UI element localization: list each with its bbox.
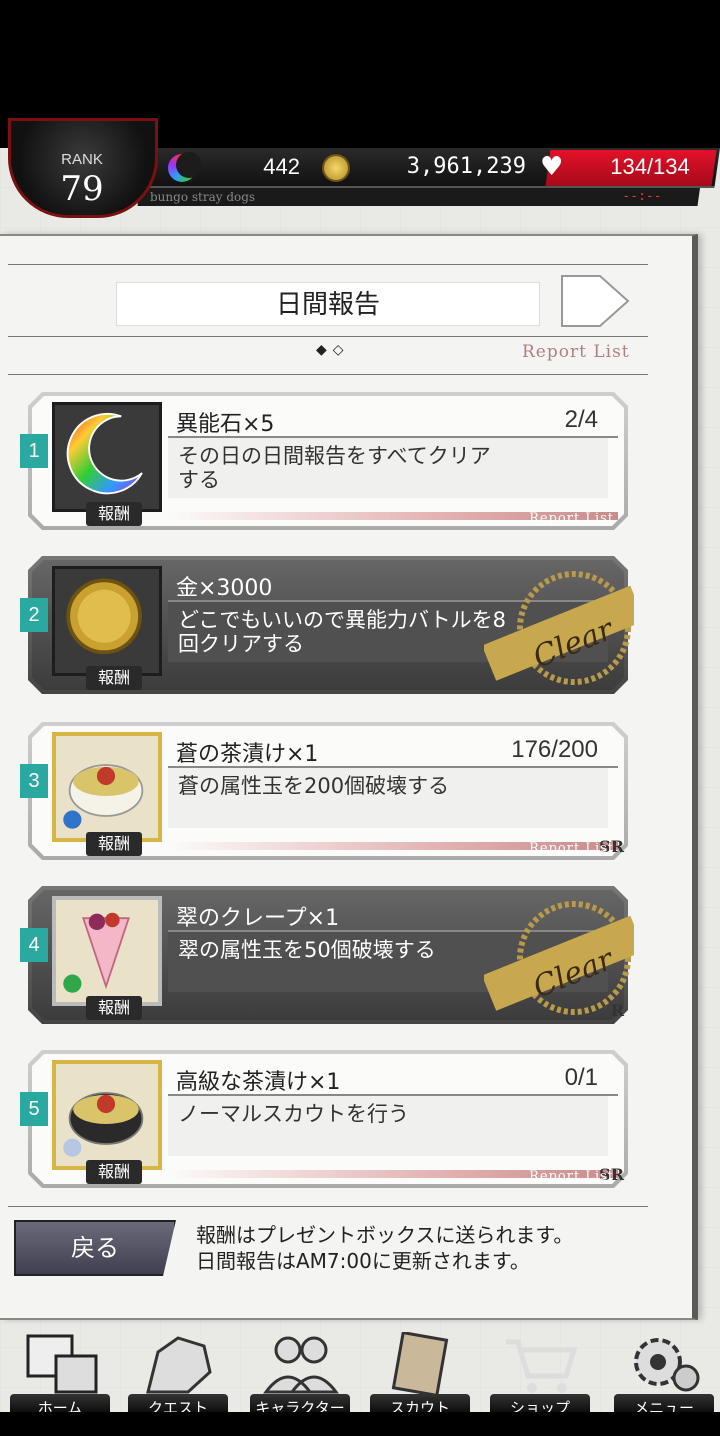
nav-scout[interactable]: スカウト [366,1330,472,1422]
card-progress: 2/4 [564,406,598,433]
status-bar: bungo stray dogs RANK 79 442 3,961,239 ♥… [0,118,720,218]
quest-icon [146,1336,212,1394]
game-subtitle: bungo stray dogs [150,190,256,204]
divider [8,336,648,337]
reward-icon-box [52,896,162,1006]
clear-stamp-icon: Clear [484,571,634,685]
menu-icon [634,1338,700,1392]
shop-icon [506,1339,578,1393]
card-number: 2 [20,598,48,632]
card-description: ノーマルスカウトを行う [178,1102,409,1126]
report-card-2[interactable]: 2 報酬 金×3000 どこでもいいので異能力バトルを8回クリアする Clear [20,556,634,694]
reward-icon-box [52,732,162,842]
ap-value: 134/134 [610,154,690,179]
gold-coin-icon [322,154,350,182]
report-list-tag: Report List [529,1169,614,1184]
report-card-4[interactable]: 4 R 報酬 翠のクレープ×1 翠の属性玉を50個破壊する Clear [20,886,634,1024]
card-title: 金×3000 [176,576,273,601]
clear-stamp-icon: Clear [484,901,634,1015]
crepe-icon [63,912,130,993]
divider [8,1206,648,1207]
reward-icon-box [52,566,162,676]
crescent-stone-icon [66,412,143,495]
card-title: 蒼の茶漬け×1 [176,742,319,767]
card-number: 1 [20,434,48,468]
report-list-tag: Report List [529,511,614,526]
card-title: 異能石×5 [176,412,275,437]
divider [8,374,648,375]
notice-line-2: 日間報告はAM7:00に更新されます。 [196,1249,530,1273]
nav-character[interactable]: キャラクター [246,1330,352,1422]
reward-icon-box [52,402,162,512]
nav-menu[interactable]: メニュー [610,1330,716,1422]
rank-badge[interactable]: RANK 79 [8,118,158,218]
card-title: 翠のクレープ×1 [176,906,340,931]
card-title: 高級な茶漬け×1 [176,1070,341,1095]
nav-shop[interactable]: ショップ [486,1330,592,1422]
report-list-label: Report List [522,342,630,362]
card-description: どこでもいいので異能力バトルを8回クリアする [178,608,506,656]
home-icon [26,1334,98,1394]
heart-icon: ♥ [540,152,564,182]
card-number: 5 [20,1092,48,1126]
report-card-3[interactable]: 3 SR 報酬 蒼の茶漬け×1 176/200 蒼の属性玉を200個破壊する R… [20,722,628,860]
premium-ochazuke-icon [63,1092,144,1157]
nav-home[interactable]: ホーム [6,1330,112,1422]
card-number: 3 [20,764,48,798]
nav-bottom-bar [0,1412,720,1436]
report-list-tag: Report List [529,841,614,856]
nav-quest[interactable]: クエスト [124,1330,230,1422]
character-icon [263,1336,339,1394]
ochazuke-icon [63,764,144,829]
back-button[interactable]: 戻る [14,1220,176,1276]
card-progress: 176/200 [511,736,598,763]
stone-count: 442 [263,154,300,179]
ability-stone-icon [168,152,202,182]
card-number: 4 [20,928,48,962]
screen: bungo stray dogs RANK 79 442 3,961,239 ♥… [0,0,720,1436]
card-progress: 0/1 [564,1064,598,1091]
reward-label: 報酬 [86,1160,142,1184]
card-description: その日の日間報告をすべてクリアする [178,444,491,492]
report-card-1[interactable]: 1 報酬 異能石×5 2/4 その日の日間報告をすべてクリアする Report … [20,392,628,530]
reward-label: 報酬 [86,666,142,690]
ap-timer: --:-- [622,189,662,204]
reward-label: 報酬 [86,832,142,856]
report-title: 日間報告 [116,282,540,326]
card-description: 蒼の属性玉を200個破壊する [178,774,450,798]
card-description: 翠の属性玉を50個破壊する [178,938,436,962]
rank-value: 79 [60,169,104,209]
coin-count: 3,961,239 [406,154,526,179]
reward-icon-box [52,1060,162,1170]
reward-label: 報酬 [86,502,142,526]
next-page-arrow-icon[interactable] [560,272,630,330]
notice-text: 報酬はプレゼントボックスに送られます。 日間報告はAM7:00に更新されます。 [196,1222,573,1274]
divider [8,264,648,265]
reward-label: 報酬 [86,996,142,1020]
gold-coin-icon [66,578,142,655]
notice-line-1: 報酬はプレゼントボックスに送られます。 [196,1223,574,1247]
rank-label: RANK [61,151,103,168]
scout-icon [391,1332,449,1396]
page-indicator: ◆◇ [316,342,350,358]
report-card-5[interactable]: 5 SR 報酬 高級な茶漬け×1 0/1 ノーマルスカウトを行う Report … [20,1050,628,1188]
